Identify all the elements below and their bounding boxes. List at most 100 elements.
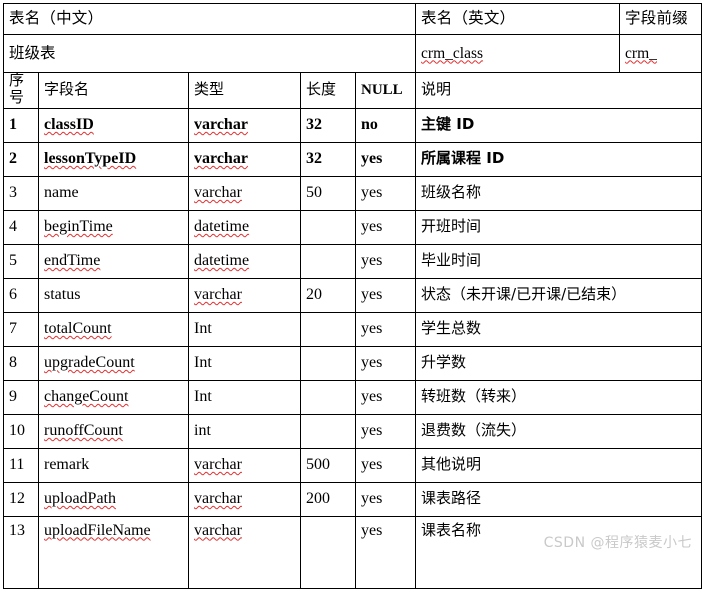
cell-type: Int <box>188 379 301 415</box>
cell-field: changeCount <box>38 379 189 415</box>
table-row: 1 classID varchar 32 no 主键 ID <box>3 107 703 143</box>
cell-type: varchar <box>188 515 301 589</box>
cell-field-text: classID <box>44 115 94 133</box>
cell-field: beginTime <box>38 209 189 245</box>
column-header-description: 说明 <box>415 72 703 109</box>
cell-type: varchar <box>188 141 301 177</box>
cell-nullable: yes <box>354 175 417 211</box>
meta-label-table-name-cn: 表名（中文） <box>2 3 417 35</box>
cell-description: 课表路径 <box>415 481 703 517</box>
cell-field-text: remark <box>44 455 90 473</box>
cell-field: lessonTypeID <box>38 141 189 177</box>
cell-length <box>300 243 356 279</box>
cell-length: 32 <box>300 107 356 143</box>
cell-length: 200 <box>300 481 356 517</box>
cell-field-text: name <box>44 183 79 201</box>
cell-length: 32 <box>300 141 356 177</box>
column-header-index: 序号 <box>3 72 39 109</box>
column-header-type: 类型 <box>188 72 301 109</box>
cell-index: 10 <box>3 413 39 449</box>
cell-description: 课表名称 <box>415 515 703 589</box>
cell-description: 学生总数 <box>415 311 703 347</box>
cell-description: 其他说明 <box>415 447 703 483</box>
cell-description: 所属课程 ID <box>415 141 703 177</box>
cell-length: 20 <box>300 277 356 313</box>
column-header-row: 序号 字段名 类型 长度 NULL 说明 <box>3 72 703 109</box>
cell-field-text: changeCount <box>44 387 129 405</box>
cell-description: 班级名称 <box>415 175 703 211</box>
meta-value-field-prefix-text: crm_ <box>625 44 657 62</box>
cell-nullable: yes <box>354 141 417 177</box>
cell-type: Int <box>188 311 301 347</box>
table-row: 8 upgradeCount Int yes 升学数 <box>3 345 703 381</box>
cell-nullable: yes <box>354 447 417 483</box>
cell-field: classID <box>38 107 189 143</box>
cell-index: 7 <box>3 311 39 347</box>
cell-field: remark <box>38 447 189 483</box>
cell-index: 5 <box>3 243 39 279</box>
cell-field-text: uploadFileName <box>44 521 151 539</box>
cell-field-text: lessonTypeID <box>44 149 137 167</box>
cell-index: 13 <box>3 515 39 589</box>
cell-nullable: yes <box>354 277 417 313</box>
table-row: 3 name varchar 50 yes 班级名称 <box>3 175 703 211</box>
cell-description: 转班数（转来） <box>415 379 703 415</box>
cell-field-text: runoffCount <box>44 421 123 439</box>
cell-length <box>300 515 356 589</box>
cell-type-text: Int <box>194 353 212 371</box>
meta-value-table-name-cn: 班级表 <box>2 34 417 73</box>
table-row: 2 lessonTypeID varchar 32 yes 所属课程 ID <box>3 141 703 177</box>
cell-type: varchar <box>188 481 301 517</box>
cell-index: 12 <box>3 481 39 517</box>
cell-nullable: yes <box>354 243 417 279</box>
cell-field: name <box>38 175 189 211</box>
cell-type-text: int <box>194 421 211 439</box>
meta-value-table-name-en-text: crm_class <box>421 44 484 62</box>
cell-type: varchar <box>188 447 301 483</box>
cell-type-text: varchar <box>194 115 248 133</box>
cell-description: 退费数（流失） <box>415 413 703 449</box>
cell-type-text: datetime <box>194 251 250 269</box>
meta-value-field-prefix: crm_ <box>619 34 703 73</box>
cell-type-text: Int <box>194 319 212 337</box>
cell-nullable: no <box>354 107 417 143</box>
cell-type-text: varchar <box>194 521 242 539</box>
cell-field-text: endTime <box>44 251 101 269</box>
meta-label-table-name-en: 表名（英文） <box>415 3 621 35</box>
cell-index: 3 <box>3 175 39 211</box>
cell-nullable: yes <box>354 413 417 449</box>
cell-type: int <box>188 413 301 449</box>
cell-index: 1 <box>3 107 39 143</box>
meta-label-field-prefix: 字段前缀 <box>619 3 703 35</box>
cell-length <box>300 311 356 347</box>
cell-nullable: yes <box>354 481 417 517</box>
table-row: 10 runoffCount int yes 退费数（流失） <box>3 413 703 449</box>
cell-nullable: yes <box>354 379 417 415</box>
cell-nullable: yes <box>354 345 417 381</box>
cell-length <box>300 345 356 381</box>
cell-field: runoffCount <box>38 413 189 449</box>
table-row: 12 uploadPath varchar 200 yes 课表路径 <box>3 481 703 517</box>
cell-nullable: yes <box>354 515 417 589</box>
cell-nullable: yes <box>354 311 417 347</box>
cell-field: endTime <box>38 243 189 279</box>
cell-field-text: totalCount <box>44 319 112 337</box>
cell-length: 500 <box>300 447 356 483</box>
cell-type-text: varchar <box>194 149 248 167</box>
cell-index: 4 <box>3 209 39 245</box>
table-row: 6 status varchar 20 yes 状态（未开课/已开课/已结束） <box>3 277 703 313</box>
table-row: 13 uploadFileName varchar yes 课表名称 <box>3 515 703 589</box>
cell-index: 2 <box>3 141 39 177</box>
cell-field: totalCount <box>38 311 189 347</box>
cell-type-text: varchar <box>194 285 242 303</box>
document-page: 表名（中文） 表名（英文） 字段前缀 班级表 crm_class crm_ 序号… <box>0 0 706 589</box>
cell-description: 毕业时间 <box>415 243 703 279</box>
cell-type-text: Int <box>194 387 212 405</box>
meta-header-row: 表名（中文） 表名（英文） 字段前缀 <box>2 3 703 35</box>
meta-value-table-name-en: crm_class <box>415 34 621 73</box>
cell-type: datetime <box>188 209 301 245</box>
table-row: 5 endTime datetime yes 毕业时间 <box>3 243 703 279</box>
cell-description: 升学数 <box>415 345 703 381</box>
cell-type: Int <box>188 345 301 381</box>
cell-field: upgradeCount <box>38 345 189 381</box>
